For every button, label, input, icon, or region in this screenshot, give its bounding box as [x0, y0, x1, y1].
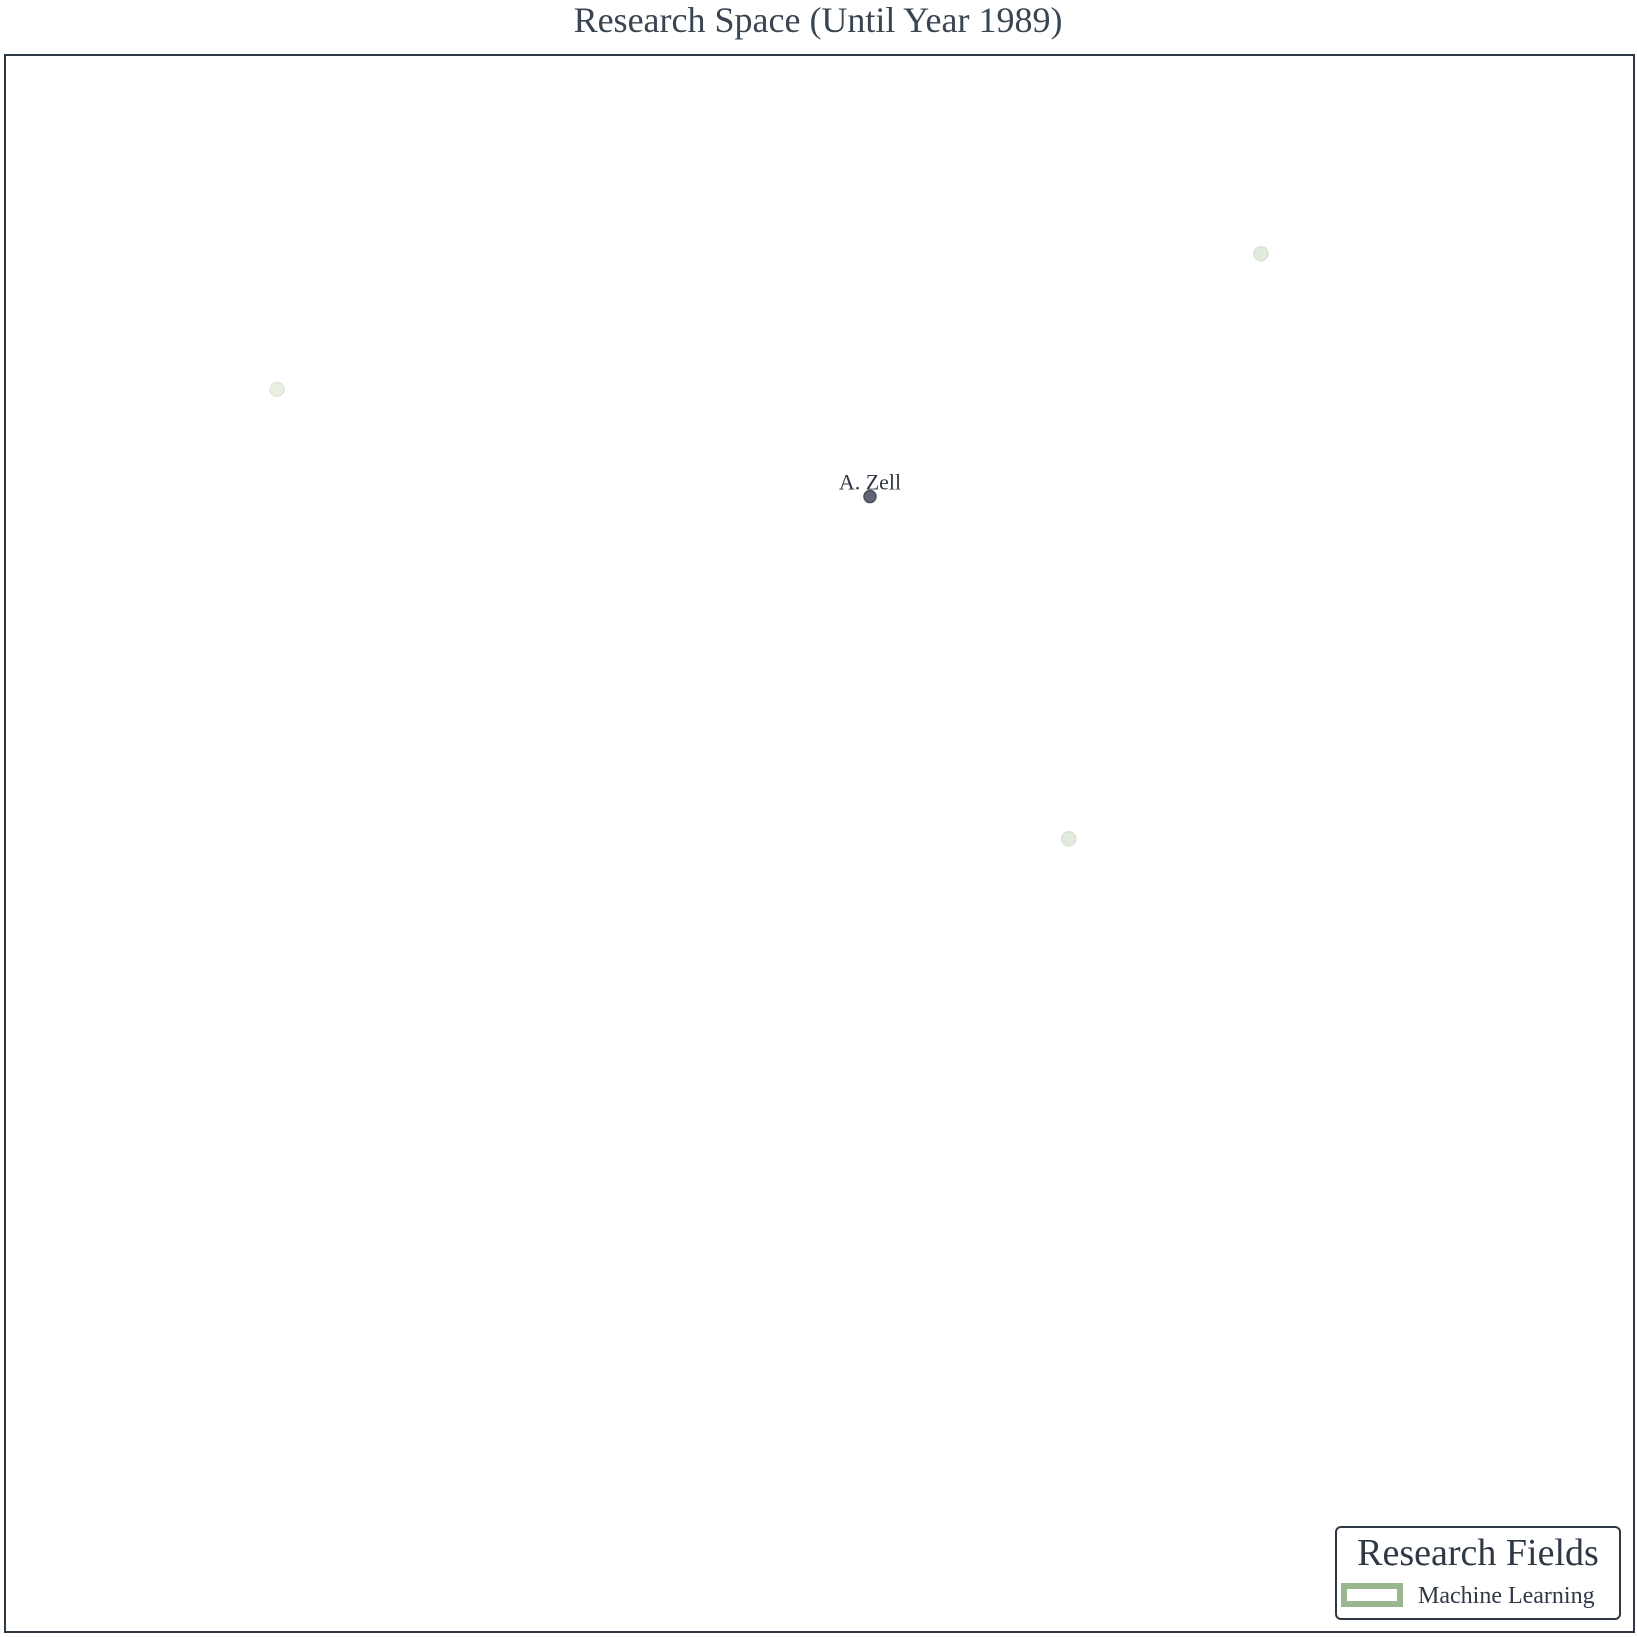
chart-container: Research Space (Until Year 1989) A. Zell…	[0, 0, 1637, 1637]
points-layer	[269, 245, 1269, 847]
labels-layer: A. Zell	[839, 470, 901, 495]
data-point[interactable]	[1060, 831, 1077, 847]
plot-frame	[4, 54, 1635, 1633]
chart-title: Research Space (Until Year 1989)	[574, 0, 1063, 40]
legend: Research Fields Machine Learning	[1335, 1526, 1621, 1620]
data-point[interactable]	[269, 381, 285, 398]
legend-swatch	[1341, 1583, 1403, 1607]
scatter-chart: Research Space (Until Year 1989) A. Zell…	[4, 0, 1635, 1633]
legend-item-label[interactable]: Machine Learning	[1418, 1583, 1595, 1609]
data-point[interactable]	[1253, 245, 1269, 262]
legend-items: Machine Learning	[1341, 1583, 1595, 1609]
legend-title: Research Fields	[1357, 1532, 1599, 1574]
point-label: A. Zell	[839, 470, 901, 495]
